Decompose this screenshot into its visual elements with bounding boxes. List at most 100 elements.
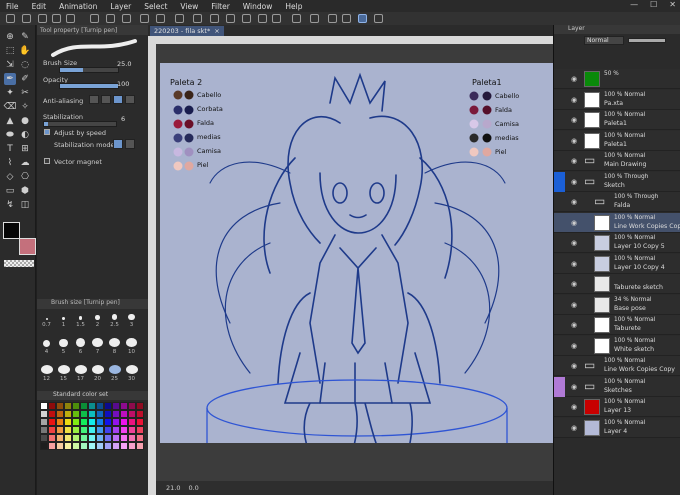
color-swatch[interactable] bbox=[96, 426, 104, 434]
brush-size-option[interactable]: 30 bbox=[125, 365, 138, 382]
lasso-icon[interactable]: ◌ bbox=[19, 59, 31, 71]
correct-icon[interactable]: ◇ bbox=[4, 171, 16, 183]
layer-row[interactable]: ◉ 100 % NormalLine Work Copies Copy 2 bbox=[554, 212, 680, 233]
color-swatch[interactable] bbox=[120, 426, 128, 434]
layer-row[interactable]: ◉ ▭ 100 % Through Sketch bbox=[554, 171, 680, 192]
brush-size-option[interactable]: 5 bbox=[57, 338, 70, 355]
color-swatch[interactable] bbox=[72, 442, 80, 450]
blend-icon[interactable]: ● bbox=[19, 115, 31, 127]
layer-row[interactable]: ◉ ▭ 100 % Normal Sketches bbox=[554, 376, 680, 397]
brush-size-option[interactable]: 2.5 bbox=[108, 311, 121, 328]
transform-icon[interactable]: ⇲ bbox=[4, 59, 16, 71]
brush-size-slider[interactable] bbox=[59, 67, 119, 73]
command-icon[interactable] bbox=[6, 14, 15, 23]
brush-size-option[interactable]: 10 bbox=[125, 338, 138, 355]
transparent-color-swatch[interactable] bbox=[4, 260, 34, 267]
eye-icon[interactable]: ◉ bbox=[571, 301, 580, 309]
color-swatch[interactable] bbox=[120, 442, 128, 450]
color-swatch[interactable] bbox=[104, 418, 112, 426]
eye-icon[interactable]: ◉ bbox=[571, 75, 580, 83]
eye-icon[interactable]: ◉ bbox=[571, 178, 580, 186]
layer-opacity-slider[interactable] bbox=[628, 38, 666, 43]
color-swatch[interactable] bbox=[128, 418, 136, 426]
brush-size-option[interactable]: 15 bbox=[57, 365, 70, 382]
stabilization-value[interactable]: 6 bbox=[121, 115, 125, 123]
color-swatch[interactable] bbox=[80, 418, 88, 426]
color-swatch[interactable] bbox=[120, 410, 128, 418]
drawing-viewport[interactable]: Paleta 2 Cabello Corbata Falda medias Camisa… bbox=[156, 45, 553, 450]
color-swatch[interactable] bbox=[72, 418, 80, 426]
eye-icon[interactable]: ◉ bbox=[571, 157, 580, 165]
stab-mode-buttons[interactable] bbox=[113, 139, 135, 149]
layer-row[interactable]: ◉ ▭ 100 % Normal Main Drawing bbox=[554, 151, 680, 171]
object-icon[interactable]: ⬢ bbox=[19, 185, 31, 197]
color-swatch[interactable] bbox=[88, 434, 96, 442]
opacity-slider[interactable] bbox=[59, 83, 119, 89]
color-swatch[interactable] bbox=[48, 410, 56, 418]
gradient-icon[interactable]: ◐ bbox=[19, 129, 31, 141]
brush-size-option[interactable]: 8 bbox=[108, 338, 121, 355]
color-swatch[interactable] bbox=[64, 410, 72, 418]
minimize-icon[interactable]: — bbox=[630, 0, 638, 9]
command-icon[interactable] bbox=[90, 14, 99, 23]
eye-icon[interactable]: ◉ bbox=[571, 137, 580, 145]
color-swatch[interactable] bbox=[136, 402, 144, 410]
hand-icon[interactable]: ✋ bbox=[19, 45, 31, 57]
fill-icon[interactable]: ▲ bbox=[4, 115, 16, 127]
color-swatch[interactable] bbox=[56, 434, 64, 442]
layer-row[interactable]: ◉ 34 % Normal Base pose bbox=[554, 294, 680, 315]
color-swatch[interactable] bbox=[96, 418, 104, 426]
layer-row[interactable]: ◉ 100 % Normal Paleta1 bbox=[554, 110, 680, 130]
frame-icon[interactable]: ⊞ bbox=[19, 143, 31, 155]
color-swatch[interactable] bbox=[104, 410, 112, 418]
canvas-paper[interactable]: Paleta 2 Cabello Corbata Falda medias Camisa… bbox=[160, 63, 553, 443]
color-swatch[interactable] bbox=[72, 434, 80, 442]
eye-icon[interactable]: ◉ bbox=[571, 198, 580, 206]
color-swatch[interactable] bbox=[80, 442, 88, 450]
eye-icon[interactable]: ◉ bbox=[571, 424, 580, 432]
color-swatch[interactable] bbox=[56, 402, 64, 410]
command-icon[interactable] bbox=[292, 14, 301, 23]
color-swatch[interactable] bbox=[80, 402, 88, 410]
brush-size-option[interactable]: 1.5 bbox=[74, 311, 87, 328]
command-icon[interactable] bbox=[156, 14, 165, 23]
color-swatch[interactable] bbox=[64, 426, 72, 434]
color-swatch[interactable] bbox=[112, 410, 120, 418]
color-swatch[interactable] bbox=[80, 434, 88, 442]
color-swatch[interactable] bbox=[136, 410, 144, 418]
color-swatch[interactable] bbox=[88, 426, 96, 434]
color-swatch[interactable] bbox=[128, 402, 136, 410]
command-icon[interactable] bbox=[210, 14, 219, 23]
command-icon[interactable] bbox=[358, 14, 367, 23]
menu-view[interactable]: View bbox=[180, 2, 198, 11]
brush-size-value[interactable]: 25.0 bbox=[117, 60, 131, 68]
brush-size-option[interactable]: 4 bbox=[40, 338, 53, 355]
menu-animation[interactable]: Animation bbox=[59, 2, 97, 11]
menu-file[interactable]: File bbox=[6, 2, 19, 11]
color-swatch[interactable] bbox=[120, 402, 128, 410]
eye-icon[interactable]: ◉ bbox=[571, 321, 580, 329]
anti-aliasing-options[interactable] bbox=[89, 95, 135, 104]
color-swatch[interactable] bbox=[56, 410, 64, 418]
cloud-icon[interactable]: ☁ bbox=[19, 157, 31, 169]
color-swatch[interactable] bbox=[136, 426, 144, 434]
color-swatch[interactable] bbox=[72, 402, 80, 410]
color-swatch[interactable] bbox=[48, 442, 56, 450]
document-tab[interactable]: 220203 - fila skt* × bbox=[150, 26, 224, 36]
color-swatch[interactable] bbox=[136, 442, 144, 450]
color-swatch[interactable] bbox=[72, 410, 80, 418]
color-swatch[interactable] bbox=[128, 410, 136, 418]
brush-size-option[interactable]: 12 bbox=[40, 365, 53, 382]
color-swatch[interactable] bbox=[96, 402, 104, 410]
color-swatch[interactable] bbox=[48, 418, 56, 426]
color-swatch[interactable] bbox=[128, 434, 136, 442]
brush-size-option[interactable]: 17 bbox=[74, 365, 87, 382]
command-icon[interactable] bbox=[272, 14, 281, 23]
color-swatch[interactable] bbox=[120, 418, 128, 426]
menu-layer[interactable]: Layer bbox=[110, 2, 131, 11]
eraser-icon[interactable]: ⌫ bbox=[4, 101, 17, 113]
color-swatch[interactable] bbox=[104, 402, 112, 410]
layer-row[interactable]: ◉ ▭ 100 % Normal Line Work Copies Copy bbox=[554, 356, 680, 376]
color-swatch[interactable] bbox=[96, 442, 104, 450]
command-icon[interactable] bbox=[310, 14, 319, 23]
